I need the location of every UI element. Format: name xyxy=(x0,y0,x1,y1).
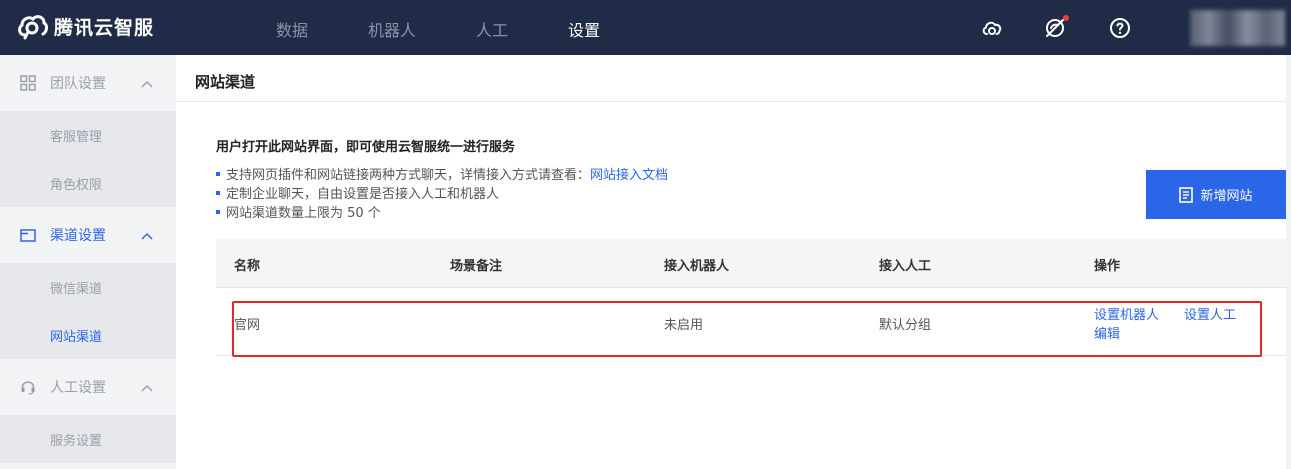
bullet-marker xyxy=(216,190,220,195)
info-bullet-1: 支持网页插件和网站链接两种方式聊天，详情接入方式请查看： 网站接入文档 xyxy=(216,164,668,183)
bullet-text: 定制企业聊天，自由设置是否接入人工和机器人 xyxy=(226,187,500,202)
sidebar-item-service-settings[interactable]: 服务设置 xyxy=(0,415,176,463)
sidebar-item-role-permissions[interactable]: 角色权限 xyxy=(0,159,176,207)
bullet-text: 网站渠道数量上限为 50 个 xyxy=(226,206,381,221)
info-bullet-2: 定制企业聊天，自由设置是否接入人工和机器人 xyxy=(216,183,499,202)
column-header-agent: 接入人工 xyxy=(879,259,932,274)
logo-icon xyxy=(16,11,48,41)
sidebar-group-agent-settings[interactable]: 人工设置 xyxy=(0,359,176,415)
chevron-up-icon xyxy=(141,381,153,392)
sidebar-item-label: 网站渠道 xyxy=(50,330,103,345)
add-website-button[interactable]: 新增网站 xyxy=(1146,170,1286,219)
column-header-actions: 操作 xyxy=(1094,259,1121,274)
sidebar-group-label: 渠道设置 xyxy=(50,228,106,244)
grid-icon xyxy=(20,75,36,91)
info-bullet-3: 网站渠道数量上限为 50 个 xyxy=(216,202,381,221)
sidebar-group-label: 团队设置 xyxy=(50,76,106,92)
sidebar-group-label: 人工设置 xyxy=(50,380,106,396)
notification-badge xyxy=(1063,15,1069,21)
cloud-icon[interactable] xyxy=(980,16,1004,40)
window-icon xyxy=(20,227,36,243)
divider xyxy=(176,101,1286,102)
sidebar-group-team[interactable]: 团队设置 xyxy=(0,55,176,111)
row-divider xyxy=(216,287,1286,288)
sidebar-item-wechat-channel[interactable]: 微信渠道 xyxy=(0,263,176,311)
bullet-text: 支持网页插件和网站链接两种方式聊天，详情接入方式请查看： xyxy=(226,168,591,183)
add-website-label: 新增网站 xyxy=(1200,189,1253,204)
website-integration-doc-link[interactable]: 网站接入文档 xyxy=(590,164,668,183)
sidebar-item-agent-management[interactable]: 客服管理 xyxy=(0,111,176,159)
sidebar-item-label: 微信渠道 xyxy=(50,282,103,297)
column-header-name: 名称 xyxy=(234,259,261,274)
page-title: 网站渠道 xyxy=(195,73,256,91)
nav-agent[interactable]: 人工 xyxy=(476,17,508,41)
nav-settings[interactable]: 设置 xyxy=(568,17,600,41)
table-header: 名称 场景备注 接入机器人 接入人工 操作 xyxy=(216,239,1286,287)
help-icon[interactable] xyxy=(1108,16,1132,40)
sidebar-item-label: 客服管理 xyxy=(50,130,103,145)
sidebar-item-label: 服务设置 xyxy=(50,434,103,449)
document-icon xyxy=(1179,186,1194,203)
sidebar-item-label: 角色权限 xyxy=(50,178,103,193)
bullet-marker xyxy=(216,209,220,214)
column-header-note: 场景备注 xyxy=(450,259,503,274)
nav-data[interactable]: 数据 xyxy=(276,17,308,41)
scroll-edge xyxy=(1286,55,1291,469)
top-navigation-bar: 腾讯云智服 数据 机器人 人工 设置 xyxy=(0,0,1291,55)
headset-icon xyxy=(20,379,36,395)
chevron-up-icon xyxy=(141,77,153,88)
info-heading: 用户打开此网站界面，即可使用云智服统一进行服务 xyxy=(216,140,516,155)
bullet-marker xyxy=(216,171,220,176)
logo[interactable]: 腾讯云智服 xyxy=(16,11,154,41)
chevron-up-icon xyxy=(141,229,153,240)
sidebar-group-channels[interactable]: 渠道设置 xyxy=(0,207,176,263)
column-header-robot: 接入机器人 xyxy=(664,259,730,274)
nav-robot[interactable]: 机器人 xyxy=(368,17,416,41)
user-account-blurred[interactable] xyxy=(1190,10,1285,46)
logo-text: 腾讯云智服 xyxy=(54,16,155,39)
sidebar-item-website-channel[interactable]: 网站渠道 xyxy=(0,311,176,359)
highlight-box xyxy=(232,301,1262,357)
